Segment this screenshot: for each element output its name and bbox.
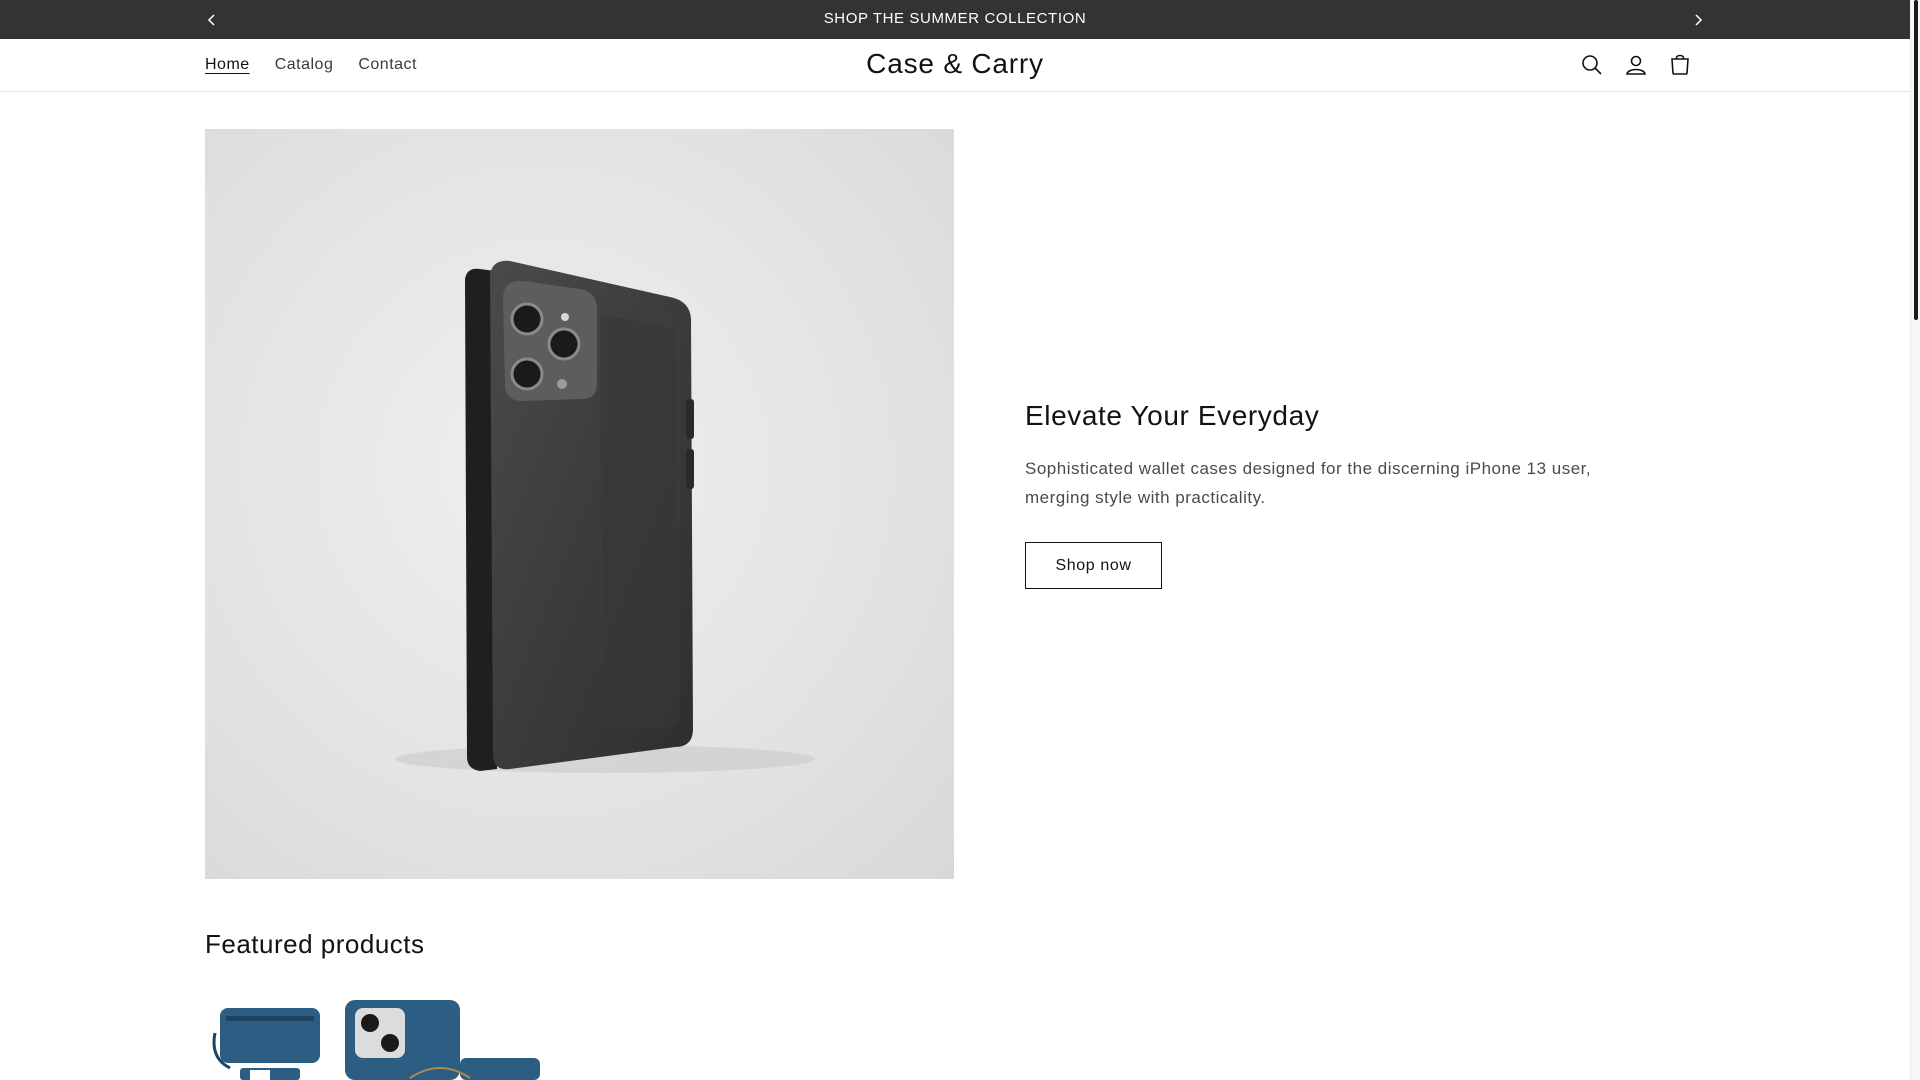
nav-contact-link[interactable]: Contact [358, 56, 417, 74]
featured-products-title: Featured products [205, 929, 425, 959]
site-header: Home Catalog Contact Case & Carry [0, 39, 1910, 92]
phone-case-illustration [395, 260, 815, 773]
cart-button[interactable] [1666, 51, 1694, 79]
search-button[interactable] [1578, 51, 1606, 79]
nav-home-link[interactable]: Home [205, 56, 250, 74]
main-nav: Home Catalog Contact [205, 39, 417, 91]
hero-content: Elevate Your Everyday Sophisticated wall… [1025, 400, 1625, 589]
account-icon [1626, 55, 1646, 75]
hero-title: Elevate Your Everyday [1025, 400, 1320, 431]
cart-icon [1671, 54, 1689, 75]
shop-now-button[interactable]: Shop now [1025, 542, 1162, 589]
account-button[interactable] [1622, 51, 1650, 79]
scrollbar-thumb[interactable] [1914, 0, 1918, 320]
header-icons [1578, 39, 1694, 91]
nav-catalog-link[interactable]: Catalog [275, 56, 334, 74]
search-icon [1582, 55, 1602, 75]
chevron-right-icon [1695, 13, 1703, 26]
announcement-text: SHOP THE SUMMER COLLECTION [823, 10, 1087, 27]
announcement-bar: SHOP THE SUMMER COLLECTION [0, 0, 1910, 39]
hero-description: Sophisticated wallet cases designed for … [1025, 459, 1592, 507]
hero-image [205, 129, 954, 879]
announcement-next-button[interactable] [1678, 0, 1718, 39]
wallet-case-illustration [212, 1000, 540, 1080]
product-card-image[interactable] [210, 998, 550, 1080]
